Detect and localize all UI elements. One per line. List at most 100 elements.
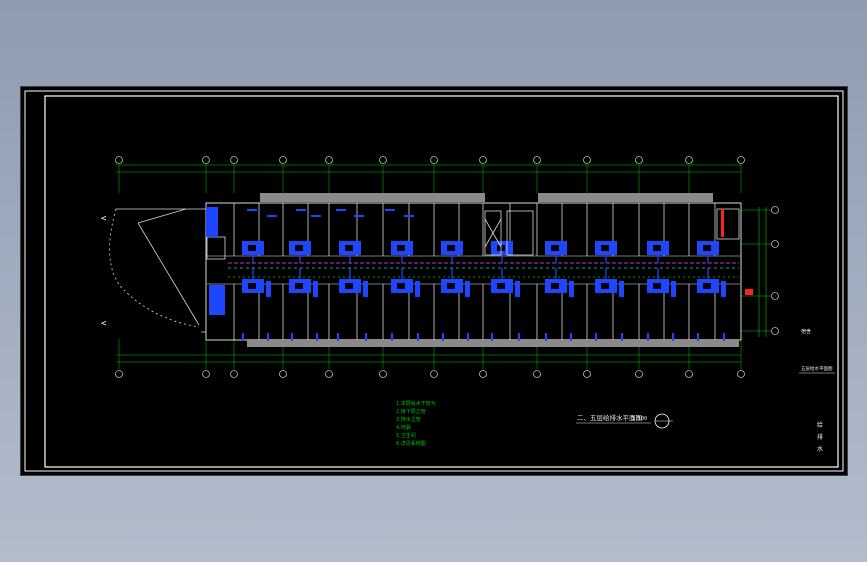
riser-mark — [518, 333, 520, 341]
axis-bubble — [430, 370, 438, 378]
floor-plan-drawing: < < 1.本层给水干管为2.接下层立管3.排水立管4.地漏5.卫生间6.详见系… — [24, 90, 844, 472]
entrance-mark-top: < — [101, 214, 107, 224]
title-block-glyph: 排 — [817, 433, 823, 441]
top-axis-markers — [115, 156, 745, 193]
cad-drawing-area: < < 1.本层给水干管为 2.接下层立管 3.排水立管 4.地漏 5.卫生间 6.详见 — [21, 87, 847, 475]
riser-mark — [621, 333, 623, 341]
riser-mark — [316, 333, 318, 341]
stair-core-right — [716, 208, 740, 240]
axis-bubble — [583, 156, 591, 164]
fixture-tag — [336, 209, 346, 211]
basin — [601, 245, 609, 251]
note-line: 6.详见系统图 — [396, 440, 426, 447]
fixture-tag — [404, 215, 414, 217]
basin — [703, 245, 711, 251]
basin — [345, 245, 353, 251]
shower — [721, 281, 726, 297]
red-marker — [745, 289, 753, 295]
right-axis-markers — [741, 206, 779, 335]
title-block: 给排水 — [817, 421, 823, 453]
note-line: 4.地漏 — [396, 424, 411, 431]
right-dimension-lines — [758, 207, 767, 337]
axis-bubble — [737, 156, 745, 164]
title-block-glyph: 给 — [817, 421, 823, 429]
basin — [551, 283, 559, 289]
axis-bubble — [230, 156, 238, 164]
basin — [397, 283, 405, 289]
axis-bubble — [533, 370, 541, 378]
title-block-glyph: 水 — [817, 445, 823, 453]
basin — [497, 283, 505, 289]
note-line: 2.接下层立管 — [396, 408, 426, 415]
bathroom-fixtures-bottom — [242, 268, 726, 297]
riser-mark — [365, 333, 367, 341]
fixture-tag — [296, 209, 306, 211]
basin — [295, 283, 303, 289]
room-label: 宿舍 — [801, 328, 811, 335]
basin — [447, 245, 455, 251]
shower — [619, 281, 624, 297]
basin — [703, 283, 711, 289]
riser-mark — [672, 333, 674, 341]
riser-mark — [291, 333, 293, 341]
shower — [465, 281, 470, 297]
riser-mark — [697, 333, 699, 341]
fixture-tag — [311, 215, 321, 217]
riser-mark — [570, 333, 572, 341]
riser-mark — [647, 333, 649, 341]
axis-bubble — [771, 292, 779, 300]
shower — [569, 281, 574, 297]
basin — [601, 283, 609, 289]
axis-bubble — [115, 156, 123, 164]
riser-mark — [267, 333, 269, 341]
axis-bubble — [479, 156, 487, 164]
shower — [266, 281, 271, 297]
axis-bubble — [479, 370, 487, 378]
shower — [515, 281, 520, 297]
riser-mark — [242, 333, 244, 341]
bathroom-fixtures-top — [242, 209, 719, 263]
room-partitions — [233, 203, 725, 341]
axis-bubble — [685, 370, 693, 378]
building-outline — [205, 202, 742, 341]
basin — [345, 283, 353, 289]
axis-bubble — [279, 156, 287, 164]
side-caption: 五层给水平面图 — [801, 365, 833, 372]
basin — [653, 245, 661, 251]
note-line: 1.本层给水干管为 — [396, 400, 436, 407]
entrance-mark-bottom: < — [101, 319, 107, 329]
fixture-tag — [247, 209, 257, 211]
outer-border — [24, 90, 844, 472]
axis-bubble — [230, 370, 238, 378]
riser-mark — [595, 333, 597, 341]
shower — [671, 281, 676, 297]
shower — [415, 281, 420, 297]
design-notes: 1.本层给水干管为2.接下层立管3.排水立管4.地漏5.卫生间6.详见系统图 — [396, 400, 436, 447]
riser-mark — [545, 333, 547, 341]
axis-bubble — [115, 370, 123, 378]
axis-bubble — [379, 370, 387, 378]
basin — [397, 245, 405, 251]
axis-bubble — [737, 370, 745, 378]
basin — [551, 245, 559, 251]
note-line: 3.排水立管 — [396, 416, 421, 423]
corridor-pipes — [228, 262, 739, 278]
riser-mark — [337, 333, 339, 341]
riser-mark — [391, 333, 393, 341]
axis-bubble — [379, 156, 387, 164]
bottom-dimension-lines — [116, 354, 741, 363]
riser-mark — [417, 333, 419, 341]
basin — [447, 283, 455, 289]
fixture-tag — [385, 209, 395, 211]
fixture-tag — [267, 215, 277, 217]
plan-scale: 1:100 — [632, 416, 647, 422]
axis-bubble — [202, 370, 210, 378]
axis-bubble — [325, 156, 333, 164]
riser-mark — [467, 333, 469, 341]
axis-bubble — [279, 370, 287, 378]
entrance-curve — [109, 208, 207, 333]
axis-bubble — [685, 156, 693, 164]
basin — [295, 245, 303, 251]
basin — [248, 283, 256, 289]
riser-mark — [723, 333, 725, 341]
